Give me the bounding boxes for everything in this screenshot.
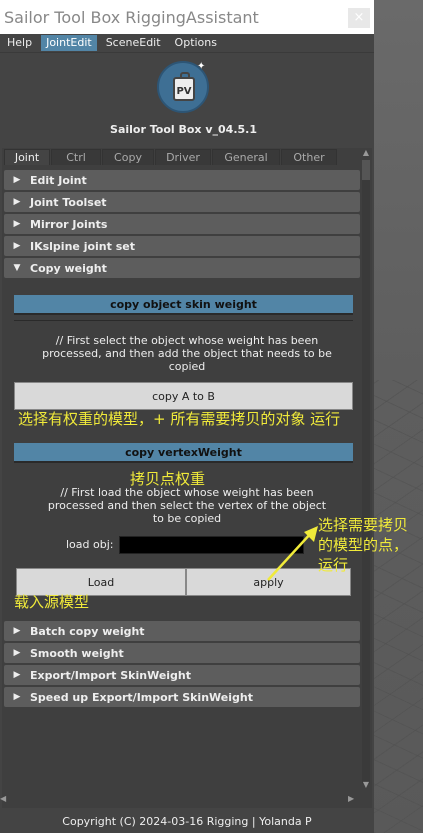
menu-help[interactable]: Help xyxy=(2,35,37,51)
tab-ctrl[interactable]: Ctrl xyxy=(51,149,101,165)
frame-batch-copy-weight[interactable]: ▶ Batch copy weight xyxy=(4,621,360,641)
copy-vertex-weight-header: copy vertexWeight xyxy=(14,443,353,463)
title-bar: Sailor Tool Box RiggingAssistant × xyxy=(0,0,374,34)
frame-label: Copy weight xyxy=(30,261,107,275)
collapsed-arrow-icon: ▶ xyxy=(13,626,21,636)
frame-export-import-skinweight[interactable]: ▶ Export/Import SkinWeight xyxy=(4,665,360,685)
copy-object-skin-weight-header: copy object skin weight xyxy=(14,295,353,315)
annotation-select-points: 选择需要拷贝的模型的点，运行 xyxy=(318,516,409,574)
collapsed-arrow-icon: ▶ xyxy=(13,648,21,658)
frame-label: IKslpine joint set xyxy=(30,239,135,253)
version-label: Sailor Tool Box v_04.5.1 xyxy=(110,123,257,136)
annotation-load-source: 载入源模型 xyxy=(14,593,90,611)
toolbox-handle xyxy=(180,72,190,78)
collapsed-arrow-icon: ▶ xyxy=(13,241,21,251)
toolbox-icon: PV xyxy=(173,72,195,101)
annotation-copy-point-weight: 拷贝点权重 xyxy=(130,470,206,488)
scroll-right-arrow-icon[interactable]: ▶ xyxy=(348,794,354,803)
scroll-left-arrow-icon[interactable]: ◀ xyxy=(0,794,6,803)
scroll-thumb[interactable] xyxy=(362,160,370,180)
horizontal-scrollbar[interactable]: ◀ ▶ xyxy=(0,794,374,804)
frame-edit-joint[interactable]: ▶ Edit Joint xyxy=(4,170,360,190)
frame-mirror-joints[interactable]: ▶ Mirror Joints xyxy=(4,214,360,234)
close-icon[interactable]: × xyxy=(348,8,370,28)
frame-label: Mirror Joints xyxy=(30,217,108,231)
footer-copyright: Copyright (C) 2024-03-16 Rigging | Yolan… xyxy=(0,811,374,833)
tab-other[interactable]: Other xyxy=(281,149,337,165)
collapsed-arrow-icon: ▶ xyxy=(13,175,21,185)
rigging-assistant-window: Sailor Tool Box RiggingAssistant × Help … xyxy=(0,0,374,833)
window-title: Sailor Tool Box RiggingAssistant xyxy=(4,7,259,27)
vertical-scrollbar[interactable] xyxy=(362,160,370,784)
annotation-arrow-icon xyxy=(267,526,318,581)
tab-bar: Joint Ctrl Copy Driver General Other xyxy=(4,149,338,165)
frame-label: Edit Joint xyxy=(30,173,87,187)
sparkle-icon: ✦ xyxy=(197,61,206,72)
frame-copy-weight[interactable]: ▼ Copy weight xyxy=(4,258,360,278)
expanded-arrow-icon: ▼ xyxy=(13,263,21,273)
menu-options[interactable]: Options xyxy=(170,35,222,51)
collapsed-arrow-icon: ▶ xyxy=(13,219,21,229)
collapsed-arrow-icon: ▶ xyxy=(13,670,21,680)
menu-sceneedit[interactable]: SceneEdit xyxy=(101,35,166,51)
frame-label: Smooth weight xyxy=(30,646,124,660)
tab-general[interactable]: General xyxy=(212,149,280,165)
menu-jointedit[interactable]: JointEdit xyxy=(41,35,97,51)
frame-label: Export/Import SkinWeight xyxy=(30,668,192,682)
collapsed-arrow-icon: ▶ xyxy=(13,692,21,702)
scroll-up-arrow-icon[interactable]: ▲ xyxy=(361,148,371,158)
logo-area: ✦ PV Sailor Tool Box v_04.5.1 xyxy=(0,53,374,148)
tab-joint[interactable]: Joint xyxy=(4,149,50,165)
toolbox-logo-icon: ✦ PV xyxy=(157,61,209,113)
frame-smooth-weight[interactable]: ▶ Smooth weight xyxy=(4,643,360,663)
menu-bar: Help JointEdit SceneEdit Options xyxy=(0,34,374,53)
frame-joint-toolset[interactable]: ▶ Joint Toolset xyxy=(4,192,360,212)
object-instructions: // First select the object whose weight … xyxy=(42,334,332,373)
viewport-grid xyxy=(374,380,423,833)
frame-speedup-export-import[interactable]: ▶ Speed up Export/Import SkinWeight xyxy=(4,687,360,707)
frame-label: Batch copy weight xyxy=(30,624,145,638)
annotation-select-models: 选择有权重的模型，+ 所有需要拷贝的对象 运行 xyxy=(18,410,341,428)
logo-badge-text: PV xyxy=(176,86,192,97)
tab-copy[interactable]: Copy xyxy=(102,149,154,165)
scroll-down-arrow-icon[interactable]: ▼ xyxy=(361,780,371,790)
copy-a-to-b-button[interactable]: copy A to B xyxy=(14,382,353,410)
frame-label: Joint Toolset xyxy=(30,195,107,209)
tab-driver[interactable]: Driver xyxy=(155,149,211,165)
divider xyxy=(14,320,353,321)
collapsed-arrow-icon: ▶ xyxy=(13,197,21,207)
frame-label: Speed up Export/Import SkinWeight xyxy=(30,690,253,704)
frame-ikspline-joint-set[interactable]: ▶ IKslpine joint set xyxy=(4,236,360,256)
load-obj-label: load obj: xyxy=(66,538,114,551)
